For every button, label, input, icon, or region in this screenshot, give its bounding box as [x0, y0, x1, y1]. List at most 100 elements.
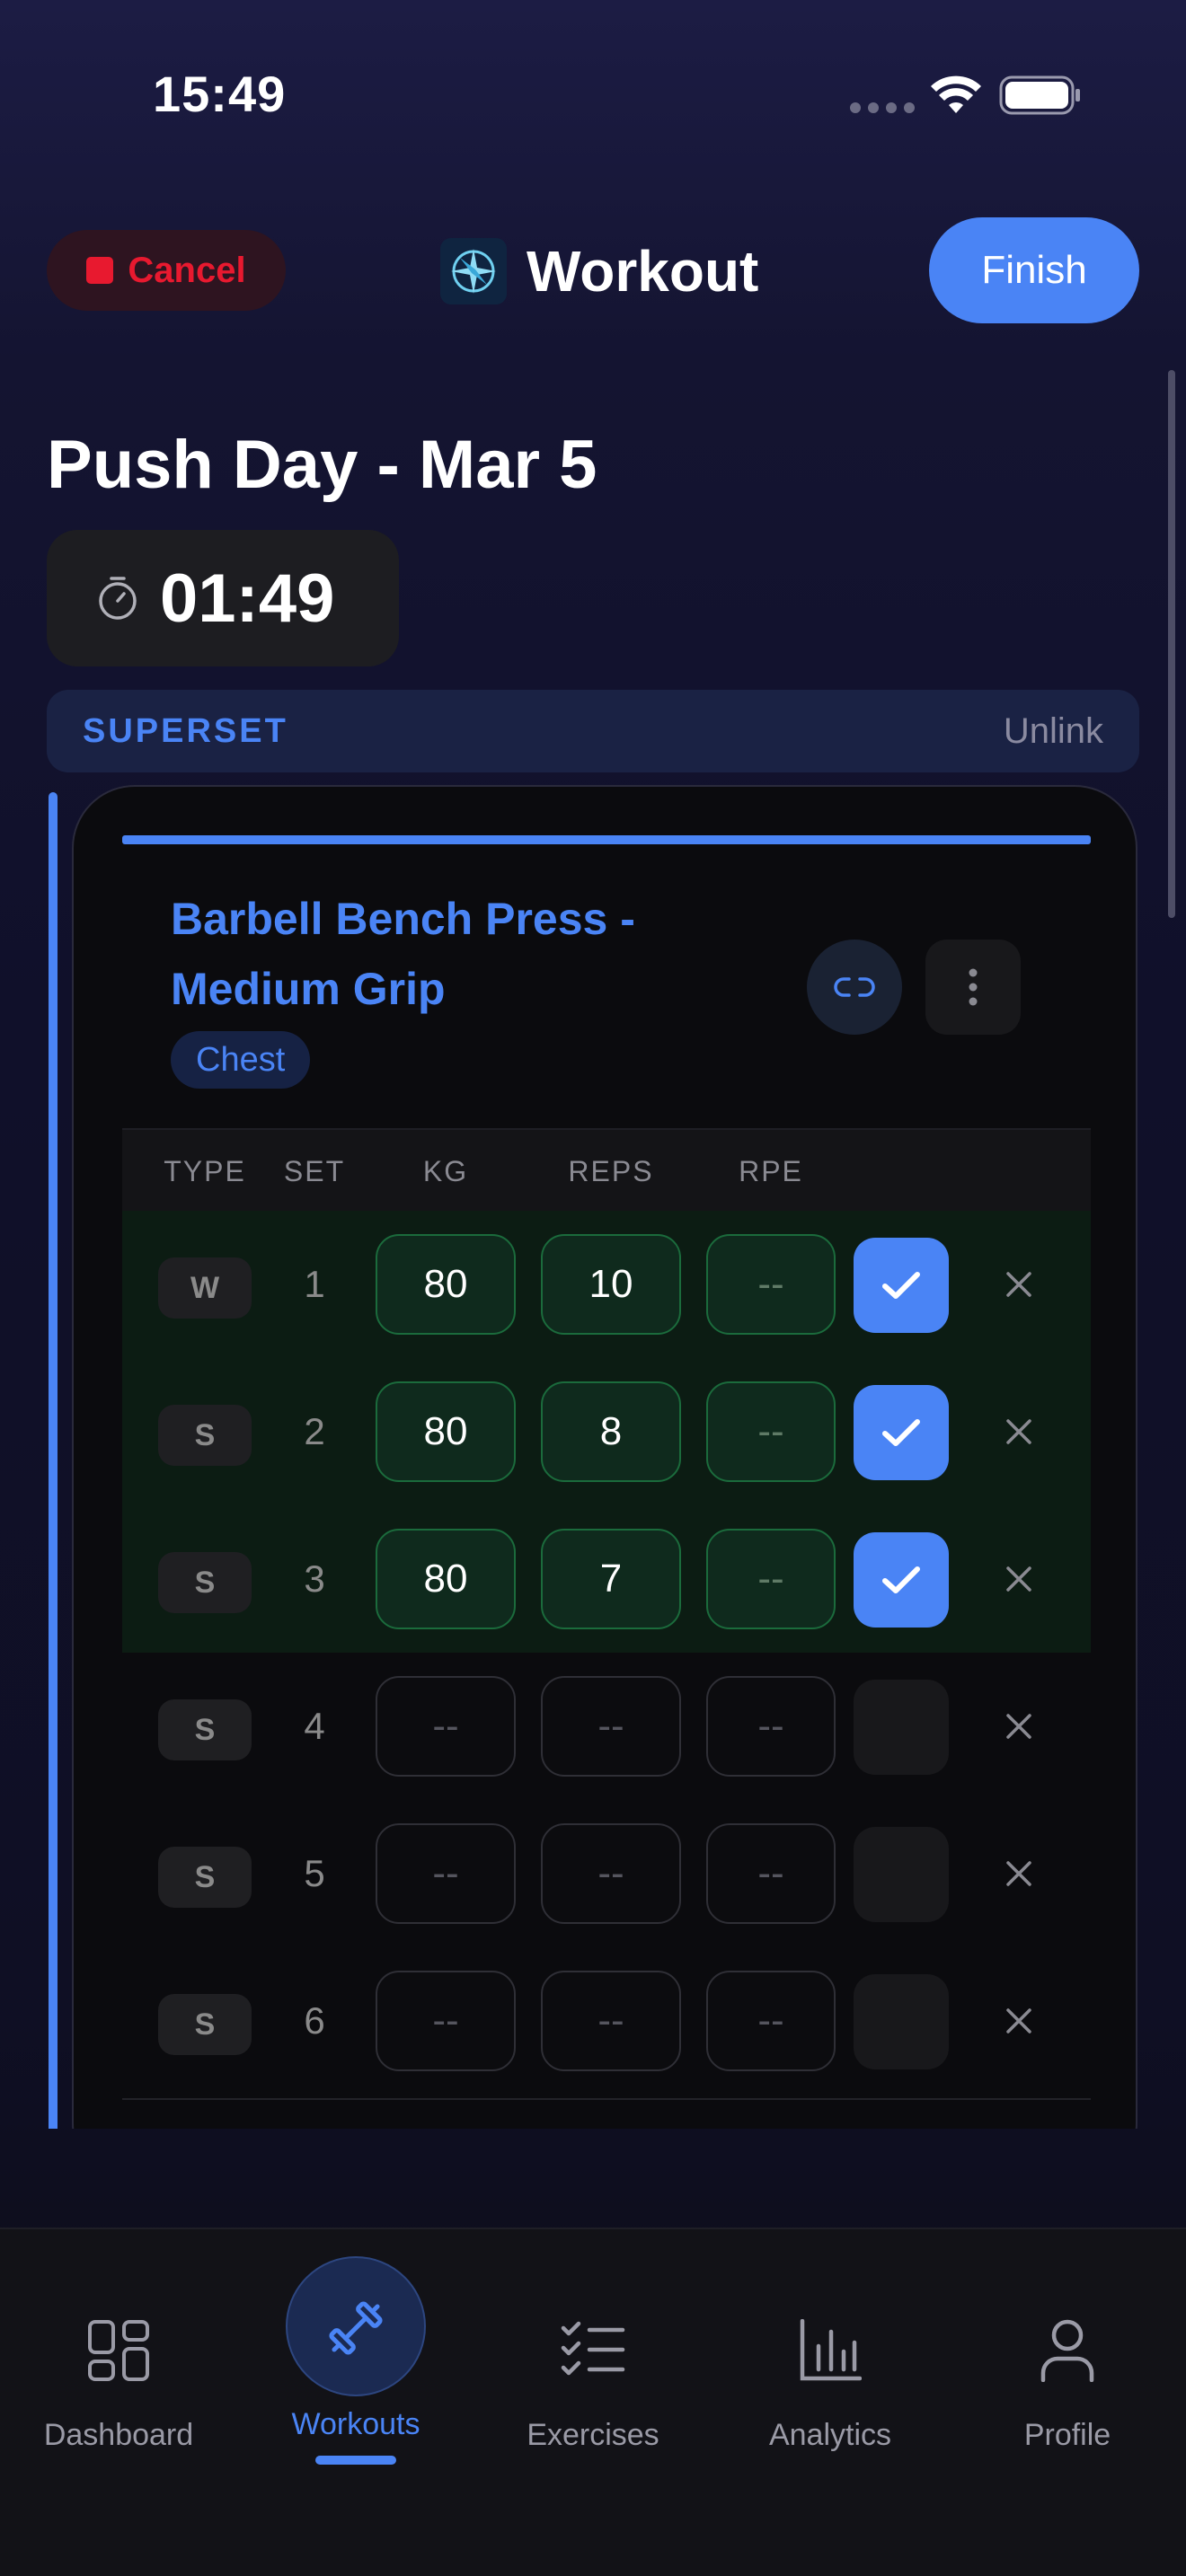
tab-label-workouts: Workouts	[291, 2407, 420, 2441]
close-icon	[1006, 1566, 1031, 1592]
link-icon	[834, 977, 875, 997]
complete-set-button[interactable]	[854, 1680, 949, 1775]
wifi-icon	[931, 75, 981, 113]
close-icon	[1006, 1272, 1031, 1297]
set-type-toggle[interactable]: S	[158, 1405, 252, 1466]
workout-timer: 01:49	[47, 530, 399, 666]
column-header-type: TYPE	[164, 1154, 246, 1187]
set-number: 4	[304, 1705, 325, 1747]
rpe-input[interactable]: --	[706, 1381, 836, 1482]
set-number: 2	[304, 1410, 325, 1452]
page-title: Workout	[527, 239, 759, 304]
set-number: 3	[304, 1557, 325, 1600]
superset-accent-line	[49, 792, 58, 2129]
set-type-toggle[interactable]: S	[158, 1847, 252, 1908]
close-icon	[1006, 1861, 1031, 1886]
tab-analytics[interactable]: Analytics	[712, 2229, 949, 2499]
exercise-menu-button[interactable]	[925, 940, 1021, 1035]
reps-input[interactable]: --	[541, 1676, 681, 1777]
checklist-icon	[561, 2321, 625, 2376]
delete-set-button[interactable]	[992, 1847, 1046, 1901]
column-header-rpe: RPE	[739, 1154, 803, 1187]
column-header-kg: KG	[422, 1154, 469, 1187]
timer-value: 01:49	[160, 560, 335, 637]
exercise-name-line-1: Barbell Bench Press -	[171, 894, 635, 944]
tab-label-dashboard: Dashboard	[43, 2418, 194, 2452]
dumbbell-icon	[329, 2301, 383, 2355]
set-row: S 3 80 7 --	[122, 1505, 1091, 1653]
rpe-input[interactable]: --	[706, 1234, 836, 1335]
checkmark-icon	[882, 1272, 920, 1299]
more-vertical-icon	[969, 968, 978, 1006]
weight-input[interactable]: 80	[376, 1381, 516, 1482]
reps-input[interactable]: --	[541, 1971, 681, 2071]
tab-exercises[interactable]: Exercises	[474, 2229, 712, 2499]
grid-icon	[88, 2320, 149, 2381]
cancel-label: Cancel	[128, 250, 246, 290]
weight-input[interactable]: --	[376, 1676, 516, 1777]
unlink-button[interactable]: Unlink	[1004, 711, 1103, 752]
close-icon	[1006, 1714, 1031, 1739]
rpe-input[interactable]: --	[706, 1676, 836, 1777]
stop-icon	[86, 257, 114, 284]
tab-profile[interactable]: Profile	[949, 2229, 1186, 2499]
superset-link-button[interactable]	[807, 940, 902, 1035]
rpe-input[interactable]: --	[706, 1971, 836, 2071]
complete-set-button[interactable]	[854, 1238, 949, 1333]
active-tab-underline	[315, 2456, 396, 2465]
exercise-area: Barbell Bench Press - Medium Grip Chest …	[0, 781, 1186, 2129]
set-type-toggle[interactable]: S	[158, 1994, 252, 2055]
set-type-toggle[interactable]: W	[158, 1257, 252, 1319]
rpe-input[interactable]: --	[706, 1529, 836, 1629]
close-icon	[1006, 1419, 1031, 1444]
weight-input[interactable]: 80	[376, 1234, 516, 1335]
column-header-set: SET	[283, 1154, 346, 1187]
weight-input[interactable]: --	[376, 1823, 516, 1924]
tab-workouts[interactable]: Workouts	[237, 2229, 474, 2499]
reps-input[interactable]: 7	[541, 1529, 681, 1629]
set-number: 1	[304, 1263, 325, 1305]
complete-set-button[interactable]	[854, 1385, 949, 1480]
set-type-toggle[interactable]: S	[158, 1552, 252, 1613]
stopwatch-icon	[99, 577, 137, 620]
bar-chart-icon	[800, 2319, 862, 2381]
checkmark-icon	[882, 1419, 920, 1446]
set-row: W 1 80 10 --	[122, 1211, 1091, 1358]
reps-input[interactable]: --	[541, 1823, 681, 1924]
battery-icon	[999, 75, 1080, 115]
rpe-input[interactable]: --	[706, 1823, 836, 1924]
set-row: S 4 -- -- --	[122, 1653, 1091, 1800]
set-type-toggle[interactable]: S	[158, 1699, 252, 1760]
reps-input[interactable]: 10	[541, 1234, 681, 1335]
sets-table-header: TYPE SET KG REPS RPE	[122, 1128, 1091, 1211]
superset-header: SUPERSET Unlink	[47, 690, 1139, 772]
muscle-chip: Chest	[171, 1031, 311, 1089]
checkmark-icon	[882, 1566, 920, 1593]
tab-label-profile: Profile	[1023, 2418, 1111, 2452]
delete-set-button[interactable]	[992, 1257, 1046, 1311]
reps-input[interactable]: 8	[541, 1381, 681, 1482]
complete-set-button[interactable]	[854, 1827, 949, 1922]
tab-label-exercises: Exercises	[527, 2418, 659, 2452]
exercise-name-line-2: Medium Grip	[171, 964, 446, 1014]
delete-set-button[interactable]	[992, 1994, 1046, 2048]
column-header-reps: REPS	[568, 1154, 654, 1187]
exercise-name[interactable]: Barbell Bench Press - Medium Grip	[171, 884, 728, 1024]
workout-name[interactable]: Push Day - Mar 5	[47, 426, 597, 504]
tab-dashboard[interactable]: Dashboard	[0, 2229, 237, 2499]
delete-set-button[interactable]	[992, 1552, 1046, 1606]
card-accent-bar	[122, 835, 1091, 844]
delete-set-button[interactable]	[992, 1699, 1046, 1753]
delete-set-button[interactable]	[992, 1405, 1046, 1459]
tab-label-analytics: Analytics	[768, 2418, 892, 2452]
cancel-button[interactable]: Cancel	[47, 230, 286, 311]
set-row: S 6 -- -- --	[122, 1947, 1091, 2095]
complete-set-button[interactable]	[854, 1532, 949, 1628]
weight-input[interactable]: --	[376, 1971, 516, 2071]
set-row: S 5 -- -- --	[122, 1800, 1091, 1947]
person-icon	[1040, 2319, 1094, 2382]
weight-input[interactable]: 80	[376, 1529, 516, 1629]
header-title-group: Workout	[440, 235, 758, 307]
finish-button[interactable]: Finish	[929, 217, 1139, 323]
complete-set-button[interactable]	[854, 1974, 949, 2069]
